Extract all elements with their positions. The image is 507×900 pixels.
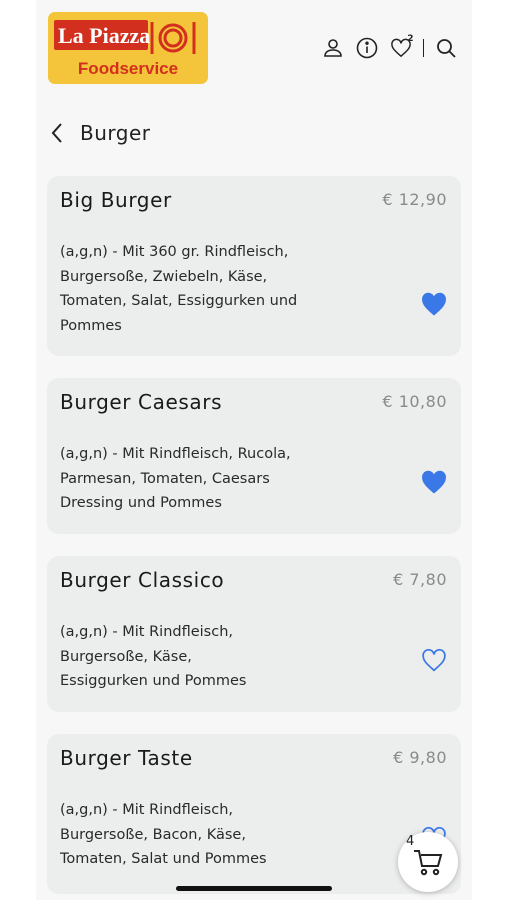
favorite-heart-filled-icon[interactable]: [421, 470, 447, 494]
product-description: (a,g,n) - Mit Rindfleisch, Burgersoße, B…: [60, 798, 320, 872]
info-icon[interactable]: [355, 36, 379, 60]
product-price: € 9,80: [393, 748, 447, 767]
product-card[interactable]: Burger Classico € 7,80 (a,g,n) - Mit Rin…: [47, 556, 461, 712]
description-line: Essiggurken und Pommes: [60, 673, 247, 689]
description-line: (a,g,n) - Mit Rindfleisch,: [60, 802, 234, 818]
description-line: (a,g,n) - Mit Rindfleisch,: [60, 624, 234, 640]
brand-logo[interactable]: La Piazza Foodservice: [48, 12, 208, 84]
description-line: Tomaten, Salat und Pommes: [60, 851, 267, 867]
product-price: € 12,90: [382, 190, 447, 209]
product-card[interactable]: Burger Caesars € 10,80 (a,g,n) - Mit Rin…: [47, 378, 461, 534]
description-line: Parmesan, Tomaten, Caesars: [60, 470, 270, 487]
product-description: (a,g,n) - Mit 360 gr. Rindfleisch, Burge…: [60, 240, 320, 338]
favorites-count: 2: [407, 34, 414, 44]
product-price: € 10,80: [382, 392, 447, 411]
product-card[interactable]: Big Burger € 12,90 (a,g,n) - Mit 360 gr.…: [47, 176, 461, 356]
search-icon[interactable]: [434, 36, 458, 60]
divider: [422, 39, 424, 57]
description-line: Burgersoße, Bacon, Käse,: [60, 826, 246, 843]
product-name: Burger Caesars: [60, 390, 223, 414]
user-icon[interactable]: [321, 36, 345, 60]
product-name: Burger Classico: [60, 568, 225, 592]
product-name: Burger Taste: [60, 746, 193, 770]
page-titlebar: Burger: [50, 120, 151, 146]
description-line: Burgersoße, Käse,: [60, 648, 192, 665]
description-line: Burgersoße, Zwiebeln, Käse,: [60, 268, 268, 285]
product-description: (a,g,n) - Mit Rindfleisch, Rucola, Parme…: [60, 442, 320, 516]
back-chevron-icon[interactable]: [50, 120, 70, 146]
cart-count-badge: 4: [406, 834, 415, 849]
product-name: Big Burger: [60, 188, 172, 212]
favorites-heart-icon[interactable]: 2: [389, 34, 414, 60]
product-description: (a,g,n) - Mit Rindfleisch, Burgersoße, K…: [60, 620, 320, 694]
description-line: Dressing und Pommes: [60, 495, 222, 511]
description-line: (a,g,n) - Mit Rindfleisch, Rucola,: [60, 446, 291, 462]
cart-button[interactable]: 4: [398, 832, 458, 892]
shopping-cart-icon: [414, 850, 443, 876]
header-actions: 2: [321, 34, 459, 60]
home-indicator: [176, 886, 332, 891]
app-screen: La Piazza Foodservice 2 Burger Big Burge…: [36, 0, 472, 900]
page-title: Burger: [80, 121, 151, 145]
header: La Piazza Foodservice 2: [36, 0, 472, 100]
brand-name: La Piazza: [58, 23, 150, 48]
favorite-heart-filled-icon[interactable]: [421, 292, 447, 316]
favorite-heart-outline-icon[interactable]: [421, 648, 447, 672]
brand-tagline: Foodservice: [78, 59, 178, 78]
product-price: € 7,80: [393, 570, 447, 589]
description-line: Tomaten, Salat, Essiggurken und: [60, 293, 298, 309]
description-line: Pommes: [60, 317, 122, 334]
description-line: (a,g,n) - Mit 360 gr. Rindfleisch,: [60, 244, 289, 260]
